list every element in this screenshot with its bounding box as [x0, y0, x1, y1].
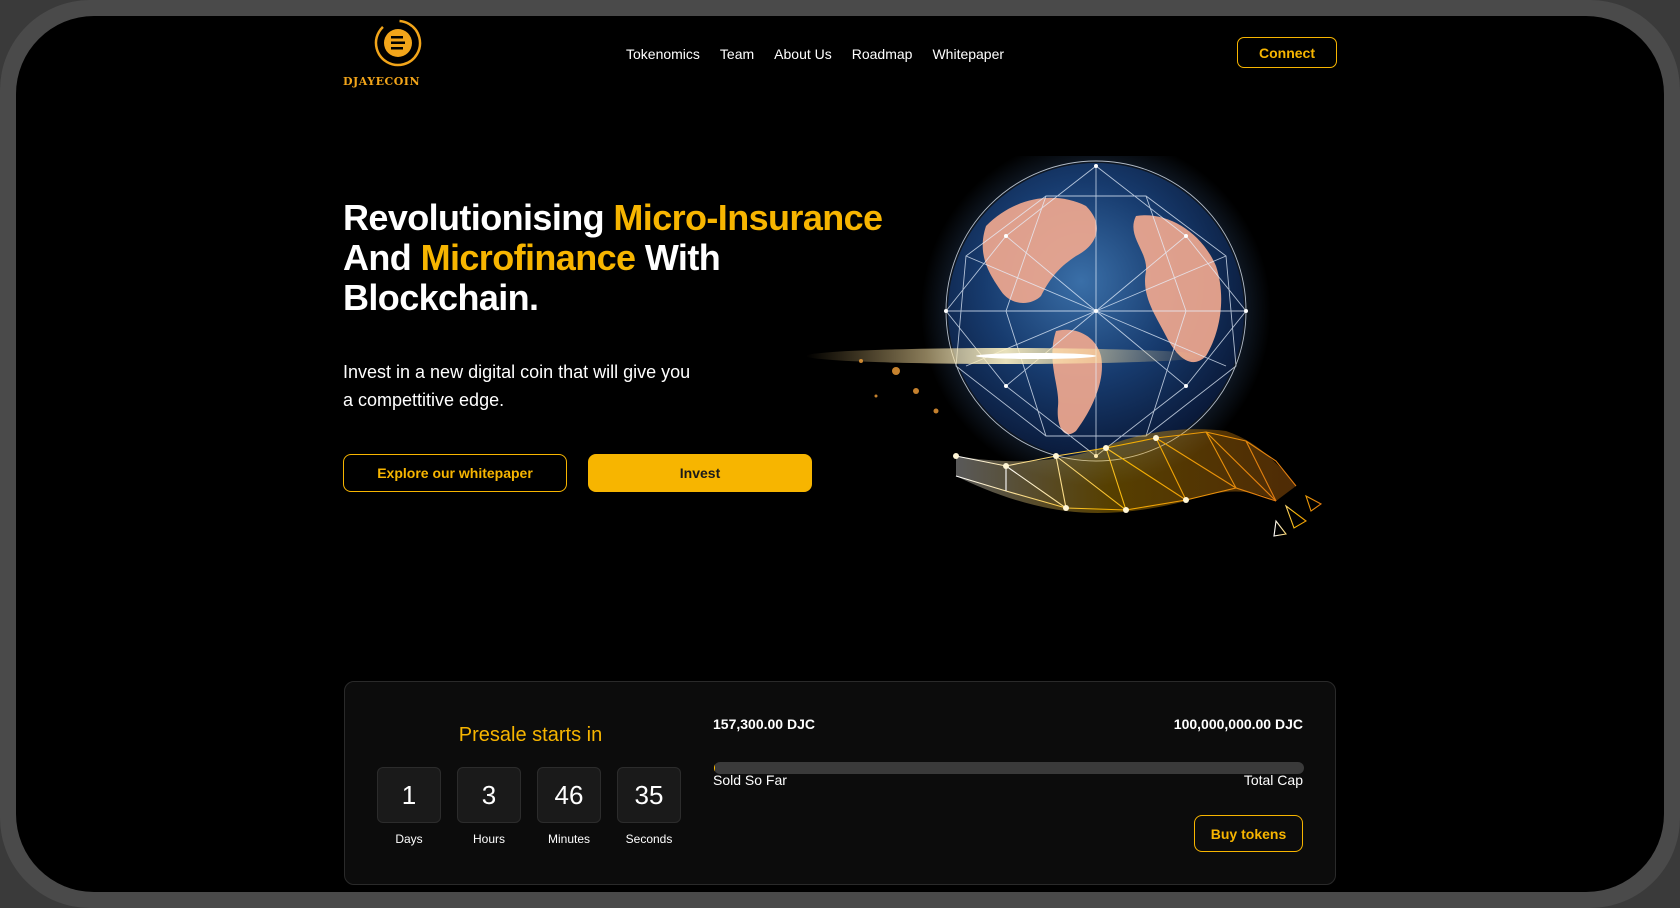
countdown-label: Seconds — [625, 832, 673, 846]
hero-subtitle-line: a compettitive edge. — [343, 390, 505, 410]
countdown-timer: 1 Days 3 Hours 46 Minutes 35 Seconds — [377, 767, 681, 846]
invest-button[interactable]: Invest — [588, 454, 812, 492]
explore-whitepaper-button[interactable]: Explore our whitepaper — [343, 454, 567, 492]
countdown-label: Minutes — [547, 832, 591, 846]
countdown-value: 46 — [537, 767, 601, 823]
buy-tokens-button[interactable]: Buy tokens — [1194, 815, 1303, 852]
connect-button[interactable]: Connect — [1237, 37, 1337, 68]
brand-name: DJAYECOIN — [343, 75, 421, 88]
total-cap-amount: 100,000,000.00 DJC — [1173, 716, 1303, 732]
screen: DJAYECOIN Tokenomics Team About Us Roadm… — [16, 16, 1664, 892]
hero-title-text: With — [635, 237, 721, 278]
coin-logo-icon — [374, 19, 422, 67]
sale-progress-bar — [714, 762, 1304, 774]
countdown-label: Days — [395, 832, 423, 846]
brand-logo[interactable]: DJAYECOIN — [343, 16, 433, 96]
main-nav: Tokenomics Team About Us Roadmap Whitepa… — [626, 44, 1004, 64]
hero-title-text: And — [343, 237, 421, 278]
countdown-days: 1 Days — [377, 767, 441, 846]
countdown-minutes: 46 Minutes — [537, 767, 601, 846]
nav-about-us[interactable]: About Us — [774, 44, 832, 64]
nav-roadmap[interactable]: Roadmap — [852, 44, 913, 64]
countdown-value: 1 — [377, 767, 441, 823]
presale-card: Presale starts in 1 Days 3 Hours 46 Minu… — [344, 681, 1336, 885]
countdown-hours: 3 Hours — [457, 767, 521, 846]
countdown-value: 3 — [457, 767, 521, 823]
nav-whitepaper[interactable]: Whitepaper — [932, 44, 1004, 64]
presale-title: Presale starts in — [458, 724, 603, 746]
countdown-seconds: 35 Seconds — [617, 767, 681, 846]
hero-subtitle: Invest in a new digital coin that will g… — [343, 358, 733, 414]
device-frame: DJAYECOIN Tokenomics Team About Us Roadm… — [0, 0, 1680, 908]
total-cap-label: Total Cap — [1243, 772, 1303, 788]
hero-subtitle-line: Invest in a new digital coin that will g… — [343, 362, 691, 382]
hero-title-accent: Microfinance — [420, 237, 636, 278]
countdown-value: 35 — [617, 767, 681, 823]
globe-hand-illustration — [806, 156, 1323, 537]
sold-so-far-label: Sold So Far — [713, 772, 787, 788]
nav-team[interactable]: Team — [720, 44, 754, 64]
sold-amount: 157,300.00 DJC — [713, 716, 815, 732]
countdown-label: Hours — [472, 832, 505, 846]
nav-tokenomics[interactable]: Tokenomics — [626, 44, 700, 64]
hero-title-text: Blockchain. — [343, 277, 539, 318]
hero-title-text: Revolutionising — [343, 197, 614, 238]
